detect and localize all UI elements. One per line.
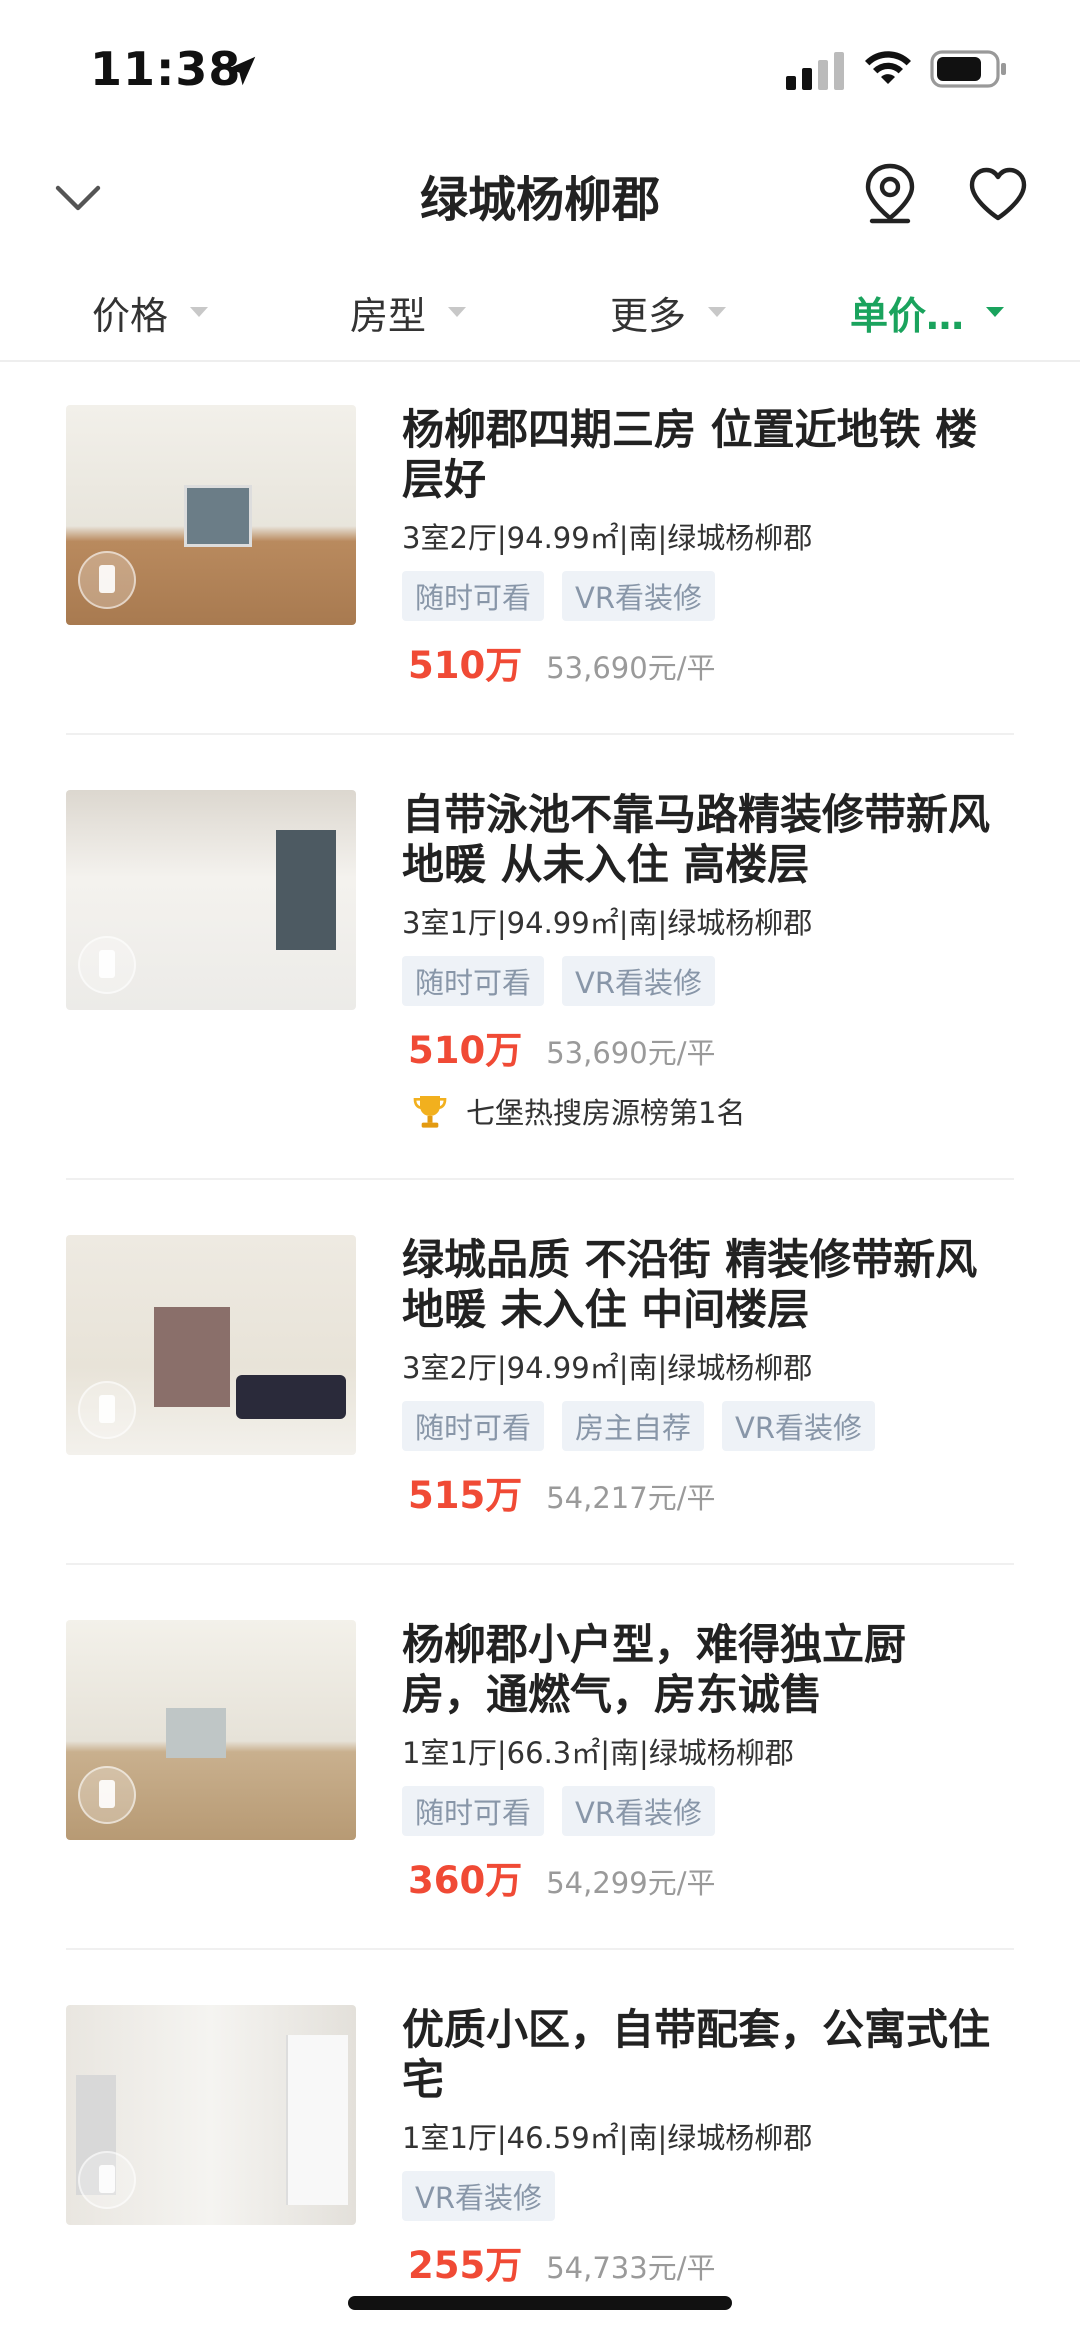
listing-price: 255万 54,733元/平 bbox=[408, 2235, 715, 2289]
price-total: 515万 bbox=[408, 1474, 523, 1517]
vr-icon bbox=[78, 2151, 136, 2209]
listing-meta: 3室2厅|94.99㎡|南|绿城杨柳郡 bbox=[402, 1351, 813, 1385]
cellular-signal-icon bbox=[786, 52, 844, 90]
tag: VR看装修 bbox=[562, 956, 716, 1006]
listing-tags: 随时可看 VR看装修 bbox=[402, 1786, 716, 1836]
tag: 随时可看 bbox=[402, 956, 545, 1006]
divider bbox=[66, 1563, 1014, 1565]
tag: VR看装修 bbox=[562, 1786, 716, 1836]
listing-tags: 随时可看 房主自荐 VR看装修 bbox=[402, 1401, 876, 1451]
listing-photo bbox=[66, 1620, 356, 1840]
wifi-icon bbox=[865, 51, 911, 84]
tag: VR看装修 bbox=[562, 571, 716, 621]
battery-icon bbox=[930, 50, 1006, 88]
listing-title: 自带泳池不靠马路精装修带新风 地暖 从未入住 高楼层 bbox=[402, 790, 991, 889]
status-bar: 11:38 bbox=[0, 0, 1080, 140]
filter-price[interactable]: 价格 bbox=[92, 282, 209, 342]
caret-down-icon bbox=[190, 307, 209, 317]
caret-down-icon bbox=[448, 307, 467, 317]
filter-label: 价格 bbox=[92, 293, 169, 338]
trophy-icon bbox=[413, 1096, 447, 1128]
price-unit: 54,217元/平 bbox=[546, 1481, 716, 1515]
divider bbox=[66, 1178, 1014, 1180]
price-total: 510万 bbox=[408, 644, 523, 687]
listing-meta: 3室1厅|94.99㎡|南|绿城杨柳郡 bbox=[402, 906, 813, 940]
tag: 随时可看 bbox=[402, 1401, 545, 1451]
price-unit: 54,299元/平 bbox=[546, 1866, 716, 1900]
price-total: 510万 bbox=[408, 1029, 523, 1072]
listing-price: 510万 53,690元/平 bbox=[408, 635, 715, 689]
listing-price: 360万 54,299元/平 bbox=[408, 1850, 715, 1904]
listing-price: 510万 53,690元/平 bbox=[408, 1020, 715, 1074]
tag: 随时可看 bbox=[402, 571, 545, 621]
caret-down-icon bbox=[986, 307, 1005, 317]
listing-price: 515万 54,217元/平 bbox=[408, 1465, 715, 1519]
location-arrow-icon bbox=[226, 56, 256, 86]
price-unit: 53,690元/平 bbox=[546, 1036, 716, 1070]
listing-photo bbox=[66, 1235, 356, 1455]
listing-title: 优质小区，自带配套，公寓式住宅 bbox=[402, 2005, 991, 2104]
listing-meta: 1室1厅|46.59㎡|南|绿城杨柳郡 bbox=[402, 2121, 813, 2155]
tag: 房主自荐 bbox=[562, 1401, 705, 1451]
divider bbox=[66, 733, 1014, 735]
listing-tags: VR看装修 bbox=[402, 2171, 555, 2221]
listing-photo bbox=[66, 790, 356, 1010]
hot-rank-text: 七堡热搜房源榜第1名 bbox=[466, 1096, 746, 1130]
tag: VR看装修 bbox=[722, 1401, 876, 1451]
listing-photo bbox=[66, 2005, 356, 2225]
filter-layout[interactable]: 房型 bbox=[350, 282, 467, 342]
filter-label: 房型 bbox=[350, 293, 427, 338]
listing-title: 杨柳郡小户型，难得独立厨房，通燃气，房东诚售 bbox=[402, 1620, 907, 1719]
caret-down-icon bbox=[708, 307, 727, 317]
status-time: 11:38 bbox=[90, 42, 242, 96]
vr-icon bbox=[78, 1766, 136, 1824]
vr-icon bbox=[78, 1381, 136, 1439]
map-pin-icon[interactable] bbox=[862, 162, 918, 226]
listing-tags: 随时可看 VR看装修 bbox=[402, 956, 716, 1006]
header: 绿城杨柳郡 bbox=[0, 140, 1080, 260]
listing-photo bbox=[66, 405, 356, 625]
filter-label: 单价… bbox=[850, 293, 965, 338]
filter-more[interactable]: 更多 bbox=[610, 282, 727, 342]
home-indicator[interactable] bbox=[348, 2296, 732, 2310]
page-title: 绿城杨柳郡 bbox=[419, 172, 660, 228]
price-unit: 54,733元/平 bbox=[546, 2251, 716, 2285]
filter-label: 更多 bbox=[610, 293, 687, 338]
hot-rank-badge[interactable]: 七堡热搜房源榜第1名 bbox=[410, 1090, 745, 1132]
price-unit: 53,690元/平 bbox=[546, 651, 716, 685]
vr-icon bbox=[78, 936, 136, 994]
listing-tags: 随时可看 VR看装修 bbox=[402, 571, 716, 621]
listing-meta: 3室2厅|94.99㎡|南|绿城杨柳郡 bbox=[402, 521, 813, 555]
listing-meta: 1室1厅|66.3㎡|南|绿城杨柳郡 bbox=[402, 1736, 794, 1770]
filter-unit-price[interactable]: 单价… bbox=[850, 282, 1005, 342]
price-total: 360万 bbox=[408, 1859, 523, 1902]
vr-icon bbox=[78, 551, 136, 609]
tag: 随时可看 bbox=[402, 1786, 545, 1836]
listing-title: 杨柳郡四期三房 位置近地铁 楼层好 bbox=[402, 405, 978, 504]
divider bbox=[66, 1948, 1014, 1950]
tag: VR看装修 bbox=[402, 2171, 555, 2221]
heart-icon[interactable] bbox=[968, 166, 1028, 222]
listing-title: 绿城品质 不沿街 精装修带新风 地暖 未入住 中间楼层 bbox=[402, 1235, 978, 1334]
price-total: 255万 bbox=[408, 2244, 523, 2287]
filter-bar: 价格 房型 更多 单价… bbox=[0, 270, 1080, 362]
